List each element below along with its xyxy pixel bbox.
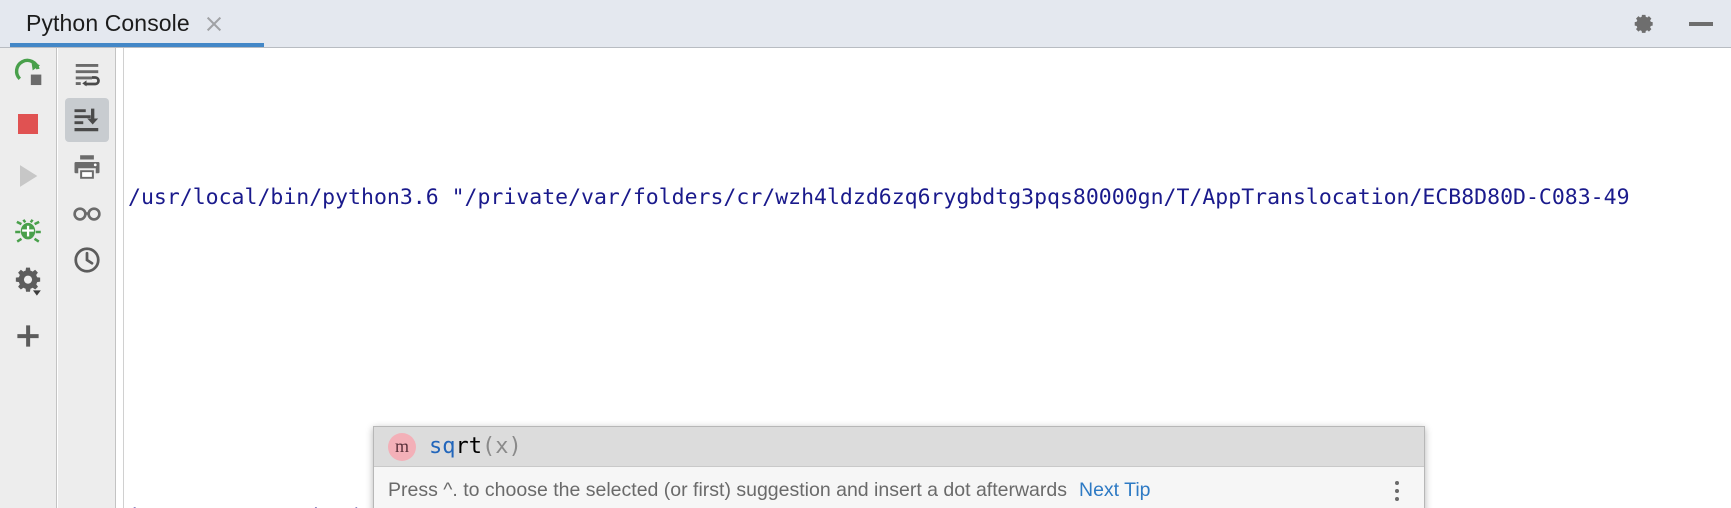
hint-text: Press ^. to choose the selected (or firs… <box>388 479 1067 502</box>
more-dot-2 <box>1395 489 1399 493</box>
minimize-icon[interactable] <box>1687 10 1715 38</box>
autocomplete-item-text: sqrt(x) <box>429 434 522 459</box>
console-options-toolbar <box>58 48 116 508</box>
tool-window-titlebar: Python Console <box>0 0 1731 48</box>
stop-button[interactable] <box>0 98 56 150</box>
add-button[interactable] <box>0 310 56 362</box>
run-controls-toolbar <box>0 48 57 508</box>
more-dot-3 <box>1395 497 1399 501</box>
settings-button[interactable] <box>0 256 56 308</box>
console-output-area[interactable]: /usr/local/bin/python3.6 "/private/var/f… <box>117 48 1731 508</box>
next-tip-link[interactable]: Next Tip <box>1079 479 1151 502</box>
glasses-icon[interactable] <box>65 192 109 236</box>
debug-button[interactable] <box>0 203 56 255</box>
autocomplete-rest: rt <box>456 434 483 459</box>
close-icon[interactable] <box>205 15 223 33</box>
autocomplete-match-prefix: sq <box>429 434 456 459</box>
tab-active-underline <box>10 43 264 47</box>
more-dot-1 <box>1395 481 1399 485</box>
run-button[interactable] <box>0 150 56 202</box>
console-gutter <box>117 48 124 508</box>
tab-label: Python Console <box>26 10 190 37</box>
autocomplete-popup[interactable]: m sqrt(x) Press ^. to choose the selecte… <box>373 426 1425 508</box>
autocomplete-hint-bar: Press ^. to choose the selected (or firs… <box>374 467 1424 508</box>
python-console-tool-window: Python Console <box>0 0 1731 508</box>
console-line-interpreter: /usr/local/bin/python3.6 "/private/var/f… <box>128 178 1731 218</box>
autocomplete-args: (x) <box>482 434 522 459</box>
print-button[interactable] <box>65 145 109 189</box>
autocomplete-item-sqrt[interactable]: m sqrt(x) <box>374 427 1424 467</box>
minimize-bar <box>1689 22 1713 26</box>
rerun-button[interactable] <box>0 48 56 100</box>
tab-python-console[interactable]: Python Console <box>10 0 241 47</box>
method-badge-icon: m <box>388 433 416 461</box>
window-controls <box>1629 0 1715 47</box>
soft-wrap-button[interactable] <box>65 52 109 96</box>
scroll-to-end-button[interactable] <box>65 98 109 142</box>
gear-icon[interactable] <box>1629 10 1657 38</box>
console-line-blank-1 <box>128 338 1731 378</box>
clock-icon[interactable] <box>65 238 109 282</box>
more-vertical-icon[interactable] <box>1386 478 1408 504</box>
